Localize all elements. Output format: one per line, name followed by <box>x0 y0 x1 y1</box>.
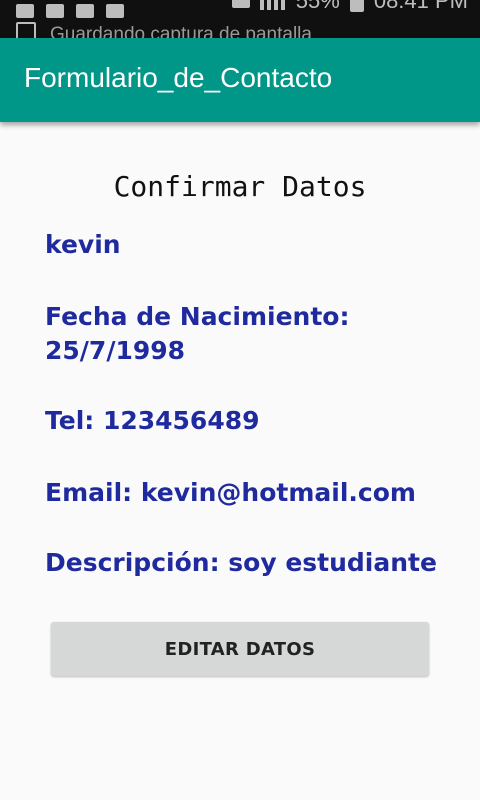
confirm-heading: Confirmar Datos <box>113 170 367 203</box>
signal-icon <box>259 0 286 10</box>
birth-value: 25/7/1998 <box>45 336 186 365</box>
screenshot-icon <box>16 22 36 38</box>
status-right: 55% 08:41 PM <box>231 0 468 14</box>
back-arrow-icon <box>16 4 34 18</box>
phone-value: Tel: 123456489 <box>45 406 260 435</box>
notification-text: Guardando captura de pantalla <box>50 24 312 38</box>
vibrate-icon <box>231 0 250 8</box>
chat-icon <box>106 4 124 18</box>
location-icon <box>76 4 94 18</box>
app-title: Formulario_de_Contacto <box>24 62 333 93</box>
birth-label: Fecha de Nacimiento: <box>45 302 350 331</box>
birth-date: Fecha de Nacimiento: 25/7/1998 <box>45 300 445 368</box>
app-bar: Formulario_de_Contacto <box>0 38 480 122</box>
email-value: Email: kevin@hotmail.com <box>45 478 416 507</box>
edit-data-button[interactable]: EDITAR DATOS <box>51 622 429 676</box>
battery-icon <box>349 0 364 12</box>
status-bar: Guardando captura de pantalla 55% 08:41 … <box>0 0 480 38</box>
image-icon <box>46 4 64 18</box>
description-value: Descripción: soy estudiante <box>45 548 437 577</box>
status-time: 08:41 PM <box>373 0 468 13</box>
battery-percent: 55% <box>295 0 340 13</box>
name-value: kevin <box>45 230 121 259</box>
